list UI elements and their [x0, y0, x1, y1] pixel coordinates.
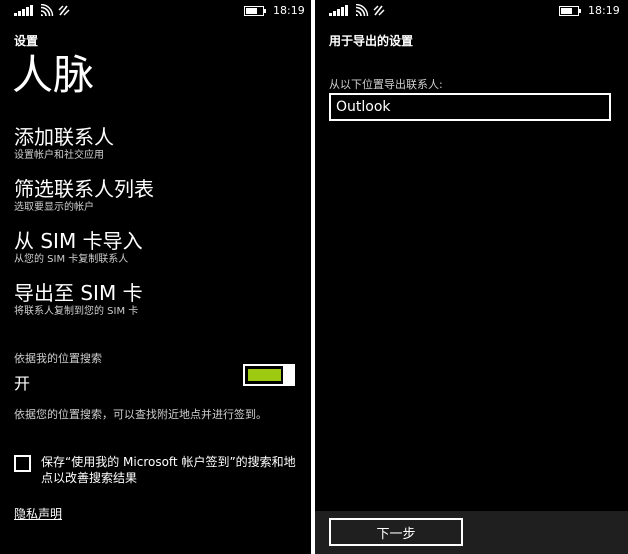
status-bar: 18:19	[315, 0, 628, 22]
location-toggle-switch[interactable]	[243, 364, 295, 386]
menu-item-subtitle: 从您的 SIM 卡复制联系人	[14, 254, 129, 265]
app-name: 设置	[14, 34, 39, 48]
location-search-label: 依据我的位置搜索	[14, 352, 102, 365]
nfc-icon	[58, 5, 70, 16]
signal-strength-icon	[14, 5, 33, 16]
export-settings-screen: 18:19 用于导出的设置 从以下位置导出联系人: Outlook 下一步	[315, 0, 628, 554]
toggle-knob[interactable]	[283, 364, 295, 386]
menu-item-subtitle: 设置帐户和社交应用	[14, 150, 104, 161]
nfc-icon	[373, 5, 385, 16]
next-button[interactable]: 下一步	[329, 518, 463, 546]
location-toggle-state: 开	[14, 374, 31, 393]
battery-icon	[559, 6, 581, 16]
app-bar: 下一步	[315, 511, 628, 554]
wifi-icon	[355, 4, 369, 17]
menu-item-subtitle: 选取要显示的帐户	[14, 202, 94, 213]
page-title: 用于导出的设置	[329, 34, 414, 48]
menu-item-title: 从 SIM 卡导入	[14, 229, 143, 253]
menu-item-subtitle: 将联系人复制到您的 SIM 卡	[14, 306, 139, 317]
status-time: 18:19	[588, 4, 620, 17]
page-title: 人脉	[12, 51, 94, 99]
menu-item-title: 筛选联系人列表	[14, 177, 154, 201]
save-search-checkbox[interactable]	[14, 455, 31, 472]
status-bar: 18:19	[0, 0, 311, 22]
menu-item-add-contacts[interactable]: 添加联系人 设置帐户和社交应用	[14, 125, 304, 162]
privacy-statement-link[interactable]: 隐私声明	[14, 505, 62, 522]
settings-screen: 18:19 设置 人脉 添加联系人 设置帐户和社交应用 筛选联系人列表 选取要显…	[0, 0, 311, 554]
toggle-fill	[248, 369, 281, 381]
wifi-icon	[40, 4, 54, 17]
location-description: 依据您的位置搜索，可以查找附近地点并进行签到。	[14, 408, 267, 421]
signal-strength-icon	[329, 5, 348, 16]
export-source-label: 从以下位置导出联系人:	[329, 78, 443, 91]
menu-item-import-sim[interactable]: 从 SIM 卡导入 从您的 SIM 卡复制联系人	[14, 229, 304, 266]
battery-icon	[244, 6, 266, 16]
save-search-label: 保存“使用我的 Microsoft 帐户签到”的搜索和地点以改善搜索结果	[41, 455, 296, 485]
menu-item-title: 添加联系人	[14, 125, 114, 149]
menu-item-export-sim[interactable]: 导出至 SIM 卡 将联系人复制到您的 SIM 卡	[14, 281, 304, 318]
menu-item-title: 导出至 SIM 卡	[14, 281, 143, 305]
export-source-select[interactable]: Outlook	[329, 93, 611, 121]
status-time: 18:19	[273, 4, 305, 17]
menu-item-filter-contacts[interactable]: 筛选联系人列表 选取要显示的帐户	[14, 177, 304, 214]
